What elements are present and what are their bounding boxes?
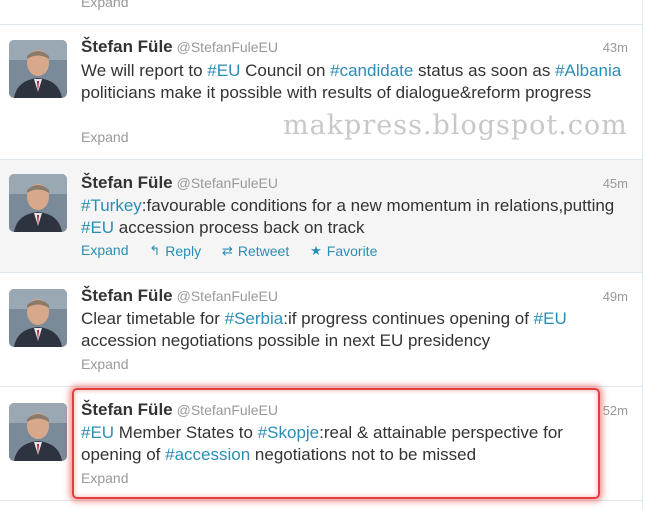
tweet-timestamp[interactable]: 49m	[603, 289, 628, 304]
tweet-author[interactable]: Štefan Füle @StefanFuleEU	[81, 286, 278, 306]
tweet-text-segment: Council on	[240, 61, 331, 80]
tweet-text: We will report to #EU Council on #candid…	[81, 60, 626, 104]
tweet-timestamp[interactable]: 45m	[603, 176, 628, 191]
tweet[interactable]: Štefan Füle @StefanFuleEU 49m Clear timet…	[0, 273, 642, 387]
tweet-text-segment: status as soon as	[413, 61, 556, 80]
avatar-image	[9, 289, 67, 347]
tweet-text: #Turkey:favourable conditions for a new …	[81, 195, 626, 239]
avatar[interactable]	[9, 40, 67, 98]
author-handle: @StefanFuleEU	[176, 39, 278, 55]
tweet-author[interactable]: Štefan Füle @StefanFuleEU	[81, 37, 278, 57]
avatar[interactable]	[9, 403, 67, 461]
tweet-text-segment: accession process back on track	[114, 218, 365, 237]
author-name: Štefan Füle	[81, 173, 173, 192]
expand-link[interactable]: Expand	[81, 356, 128, 372]
avatar-image	[9, 403, 67, 461]
expand-link[interactable]: Expand	[81, 129, 128, 145]
author-handle: @StefanFuleEU	[176, 288, 278, 304]
reply-icon: ↰	[149, 243, 161, 258]
tweet-text-segment: politicians make it possible with result…	[81, 83, 592, 102]
retweet-icon: ⇄	[221, 243, 233, 258]
hashtag-link[interactable]: #Turkey	[81, 196, 142, 215]
avatar-image	[9, 40, 67, 98]
tweet-actions: Expand ↰ Reply ⇄ Retweet ★ Favorite	[81, 242, 377, 259]
tweet-text-segment: :if progress continues opening of	[283, 309, 534, 328]
expand-link[interactable]: Expand	[81, 242, 128, 258]
tweet-timestamp[interactable]: 52m	[603, 403, 628, 418]
expand-link[interactable]: Expand	[81, 0, 128, 10]
tweet-timestamp[interactable]: 43m	[603, 40, 628, 55]
hashtag-link[interactable]: #Albania	[555, 61, 621, 80]
reply-label: Reply	[165, 243, 202, 259]
avatar-image	[9, 174, 67, 232]
tweet-text-segment: :favourable conditions for a new momentu…	[141, 196, 615, 215]
favorite-button[interactable]: ★ Favorite	[310, 243, 377, 259]
previous-tweet-stub: Expand	[0, 0, 642, 25]
tweet-text-segment: We will report to	[81, 61, 208, 80]
hashtag-link[interactable]: #Serbia	[225, 309, 284, 328]
timeline-border	[642, 0, 643, 510]
hashtag-link[interactable]: #EU	[81, 218, 114, 237]
avatar[interactable]	[9, 174, 67, 232]
hashtag-link[interactable]: #EU	[207, 61, 240, 80]
tweet-text: Clear timetable for #Serbia:if progress …	[81, 308, 626, 352]
author-handle: @StefanFuleEU	[176, 175, 278, 191]
hashtag-link[interactable]: #EU	[534, 309, 567, 328]
reply-button[interactable]: ↰ Reply	[149, 243, 201, 259]
tweet-text-segment: Clear timetable for	[81, 309, 225, 328]
star-icon: ★	[310, 243, 322, 258]
hashtag-link[interactable]: #candidate	[330, 61, 413, 80]
retweet-label: Retweet	[237, 243, 290, 259]
favorite-label: Favorite	[326, 243, 378, 259]
tweet-text-segment: accession negotiations possible in next …	[81, 331, 491, 350]
tweet-author[interactable]: Štefan Füle @StefanFuleEU	[81, 173, 278, 193]
avatar[interactable]	[9, 289, 67, 347]
tweet[interactable]: Štefan Füle @StefanFuleEU 45m #Turkey:fav…	[0, 160, 642, 273]
retweet-button[interactable]: ⇄ Retweet	[222, 243, 289, 259]
highlight-box	[72, 388, 600, 499]
author-name: Štefan Füle	[81, 37, 173, 56]
author-name: Štefan Füle	[81, 286, 173, 305]
watermark: makpress.blogspot.com	[283, 110, 628, 141]
